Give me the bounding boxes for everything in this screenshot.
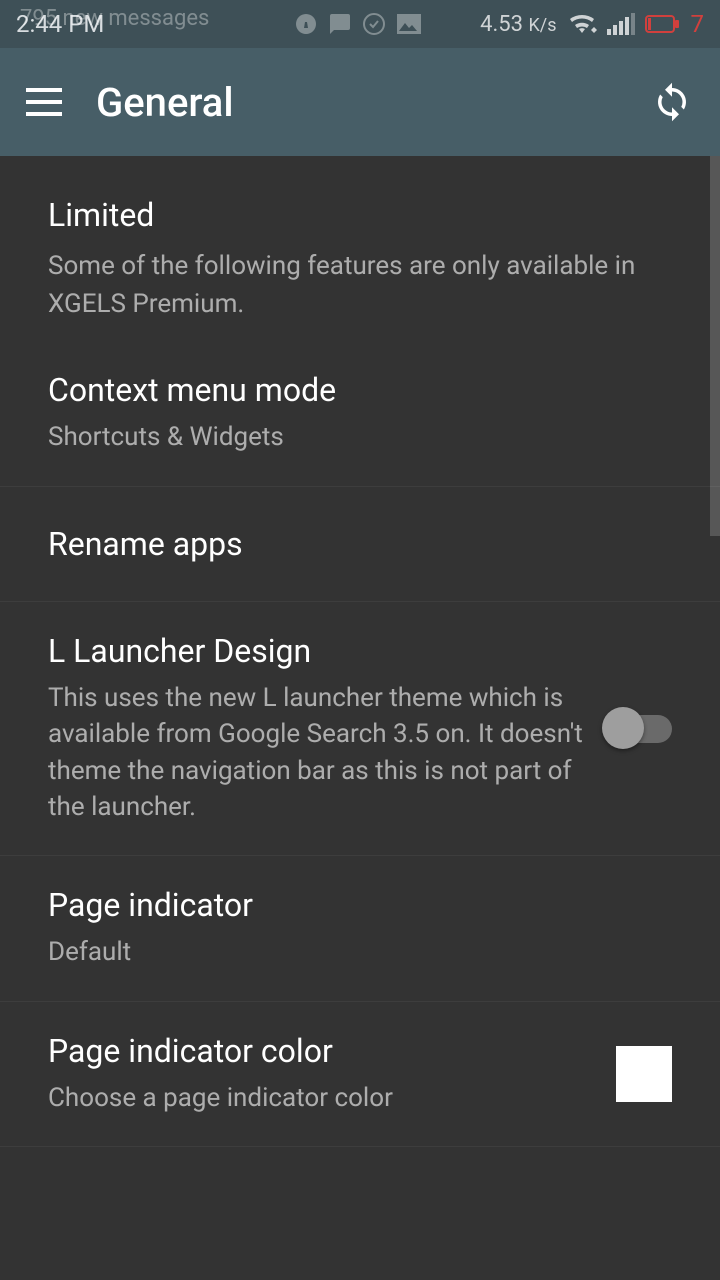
pref-title: Page indicator color — [48, 1032, 600, 1070]
section-title: Limited — [48, 196, 672, 234]
pref-subtitle: Choose a page indicator color — [48, 1080, 600, 1116]
pref-subtitle: Default — [48, 934, 656, 970]
battery-percent: 7 — [691, 10, 705, 38]
signal-icon — [607, 13, 635, 35]
pref-page-indicator[interactable]: Page indicator Default — [0, 856, 720, 1001]
page-title: General — [96, 79, 648, 126]
section-subtitle: Some of the following features are only … — [48, 248, 672, 323]
checkmark-circle-icon — [362, 12, 386, 36]
menu-button[interactable] — [20, 78, 68, 126]
toggle-knob — [602, 707, 644, 749]
data-rate: 4.53 K/s — [480, 12, 556, 37]
pref-title: Page indicator — [48, 886, 656, 924]
color-swatch[interactable] — [616, 1046, 672, 1102]
pref-context-menu-mode[interactable]: Context menu mode Shortcuts & Widgets — [0, 329, 720, 486]
pref-title: Rename apps — [48, 525, 656, 563]
status-right: 4.53 K/s 7 — [480, 10, 704, 38]
pref-subtitle: Shortcuts & Widgets — [48, 419, 656, 455]
sync-indicator-icon — [294, 12, 318, 36]
battery-icon — [645, 14, 681, 34]
message-icon — [328, 12, 352, 36]
pref-title: L Launcher Design — [48, 632, 588, 670]
section-header-limited: Limited Some of the following features a… — [0, 156, 720, 329]
status-bar: 2:44 PM 795 new messages 4.53 K/s 7 — [0, 0, 720, 48]
pref-rename-apps[interactable]: Rename apps — [0, 487, 720, 602]
sync-icon — [651, 81, 693, 123]
settings-list[interactable]: Limited Some of the following features a… — [0, 156, 720, 1280]
pref-subtitle: This uses the new L launcher theme which… — [48, 680, 588, 826]
status-left: 2:44 PM 795 new messages — [16, 10, 422, 38]
scrollbar[interactable] — [710, 156, 720, 536]
status-time-region: 2:44 PM 795 new messages — [16, 10, 104, 38]
sync-button[interactable] — [648, 78, 696, 126]
pref-l-launcher-design[interactable]: L Launcher Design This uses the new L la… — [0, 602, 720, 857]
status-notification-text: 795 new messages — [20, 6, 209, 31]
l-launcher-toggle[interactable] — [604, 715, 672, 743]
toolbar: General — [0, 48, 720, 156]
wifi-icon — [567, 12, 597, 36]
pref-title: Context menu mode — [48, 371, 656, 409]
image-icon — [396, 13, 422, 35]
hamburger-icon — [26, 88, 62, 116]
pref-page-indicator-color[interactable]: Page indicator color Choose a page indic… — [0, 1002, 720, 1147]
